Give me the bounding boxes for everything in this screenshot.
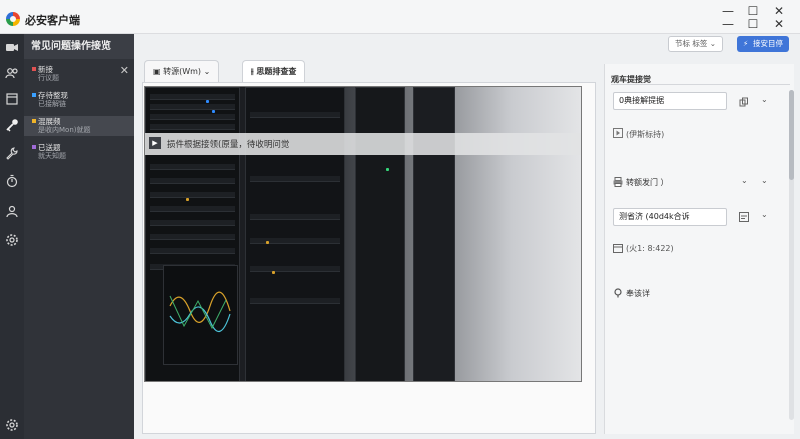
main-content: 节标 标签 ⌄ ⚡ 接安目停 ▣ 转源(Wm) ⌄ ⫲ 思题排查查 ▶ 损件根据… <box>134 34 800 439</box>
settings-icon[interactable] <box>5 233 19 247</box>
chevron-down-icon: ⌄ <box>709 39 717 48</box>
row-6-label: 奉该详 <box>626 289 650 298</box>
info-overlay: ▶ 损件根据接领(原量，待收明问觉 <box>145 133 581 155</box>
faq-title: 常见问题操作接览 <box>24 34 134 59</box>
document-icon: ▣ <box>153 67 164 76</box>
chevron-down-icon[interactable]: ⌄ <box>761 176 768 185</box>
status-dot <box>32 145 36 149</box>
app-logo <box>6 12 20 26</box>
faq-item-selected[interactable]: 混展频 是收内Mon)就题 <box>24 116 134 136</box>
gear-icon[interactable] <box>5 418 19 432</box>
bolt-icon: ⚡ <box>743 39 749 48</box>
status-dot <box>32 93 36 97</box>
document-icon[interactable] <box>5 92 19 106</box>
status-dot <box>32 119 36 123</box>
tab-label: 转源(Wm) <box>163 67 202 76</box>
scrollbar[interactable] <box>789 90 794 420</box>
location-icon <box>613 288 623 298</box>
user-group-icon[interactable] <box>5 204 19 218</box>
faq-item-subtitle: 已接解链 <box>38 100 66 108</box>
users-icon[interactable] <box>5 66 19 80</box>
copy-icon[interactable] <box>739 97 749 107</box>
chevron-down-icon[interactable]: ⌄ <box>741 176 748 185</box>
faq-item-pending[interactable]: 存待整现 已接解链 <box>24 90 134 110</box>
video-icon[interactable] <box>5 40 19 54</box>
title-bar: 必安客户端 — ☐ ✕ — ☐ ✕ <box>0 0 800 34</box>
row-3-label: 转额发门 ） <box>626 178 669 187</box>
primary-action-label: 接安目停 <box>753 39 783 48</box>
faq-item-subtitle: 就天知题 <box>38 152 66 160</box>
monitor-panel <box>163 265 238 365</box>
field-4[interactable]: 测省济 (40d4k合诉 <box>613 208 727 226</box>
faq-item-new[interactable]: 新接 行议题 <box>24 64 134 84</box>
tab-troubleshoot[interactable]: ⫲ 思题排查查 <box>242 60 306 82</box>
chevron-down-icon[interactable]: ⌄ <box>761 95 768 104</box>
overlay-text: 损件根据接领(原量，待收明问觉 <box>167 140 290 150</box>
field-1[interactable]: 0典接解提据 <box>613 92 727 110</box>
server-rack <box>355 87 405 381</box>
calendar-icon <box>613 243 623 253</box>
list-icon[interactable] <box>739 212 749 222</box>
settings-dropdown-label: 节标 标签 <box>675 39 708 48</box>
row-5-text: (火1: 8:422) <box>626 244 674 253</box>
icon-rail <box>0 34 24 439</box>
faq-item-sent[interactable]: 已送题 就天知题 <box>24 142 134 162</box>
faq-item-subtitle: 是收内Mon)就题 <box>38 126 91 134</box>
app-title: 必安客户端 <box>25 14 80 27</box>
server-rack <box>245 87 345 381</box>
right-panel: 观车提接觉 0典接解提据 ⌄ (伊斯标持) 转额发门 ） ⌄ ⌄ 测省济 (40… <box>604 64 794 434</box>
server-rack <box>413 87 455 381</box>
row-2-label: (伊斯标持) <box>626 130 665 139</box>
timer-icon[interactable] <box>5 174 19 188</box>
close-button-2[interactable]: ✕ <box>769 16 789 32</box>
wrench-icon[interactable] <box>5 146 19 160</box>
printer-icon <box>613 177 623 187</box>
maximize-button-2[interactable]: ☐ <box>743 16 763 32</box>
settings-dropdown[interactable]: 节标 标签 ⌄ <box>668 36 724 52</box>
faq-item-subtitle: 行议题 <box>38 74 59 82</box>
server-room-image[interactable]: ▶ 损件根据接领(原量，待收明问觉 <box>144 86 582 382</box>
tab-source[interactable]: ▣ 转源(Wm) ⌄ <box>144 60 220 82</box>
faq-panel: 常见问题操作接览 ✕ 新接 行议题 存待整现 已接解链 混展频 是收内Mon)就… <box>24 34 134 439</box>
key-icon[interactable] <box>5 118 19 132</box>
minimize-button-2[interactable]: — <box>718 16 738 32</box>
divider <box>611 84 790 85</box>
play-icon[interactable]: ▶ <box>149 137 161 149</box>
scrollbar-thumb[interactable] <box>789 90 794 180</box>
play-box-icon[interactable] <box>613 128 623 138</box>
chevron-down-icon[interactable]: ⌄ <box>761 210 768 219</box>
status-dot <box>32 67 36 71</box>
tab-label: 思题排查查 <box>256 67 297 76</box>
primary-action-button[interactable]: ⚡ 接安目停 <box>737 36 789 52</box>
chevron-down-icon: ⌄ <box>203 67 211 76</box>
